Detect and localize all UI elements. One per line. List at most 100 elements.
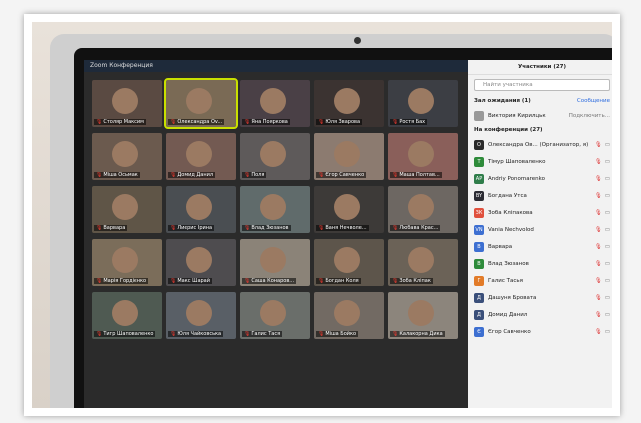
muted-mic-icon: 🎙	[594, 277, 602, 284]
zoom-window: Zoom Конференция 🎙Столяр Максим 🎙Олександ…	[84, 60, 612, 408]
video-tile[interactable]: 🎙Влад Зюзанов	[240, 186, 310, 233]
webcam-icon	[354, 37, 361, 44]
in-meeting-section: На конференции (27)	[468, 124, 612, 136]
tile-name-text: Ваня Нечволе...	[325, 225, 367, 231]
message-button[interactable]: Сообщение	[577, 98, 610, 104]
video-tile[interactable]: 🎙Олександра Ov...	[164, 78, 238, 129]
muted-mic-icon: 🎙	[392, 172, 399, 178]
tile-name-text: Столяр Максим	[103, 119, 144, 125]
muted-mic-icon: 🎙	[594, 175, 602, 182]
video-tile[interactable]: 🎙Ростя Бах	[388, 80, 458, 127]
participant-row[interactable]: ЗК Зоба Кліпакова 🎙 ▭	[468, 204, 612, 221]
muted-mic-icon: 🎙	[594, 328, 602, 335]
participant-name: Єгор Савченко	[488, 328, 531, 335]
participant-row[interactable]: VN Vania Nechvolod 🎙 ▭	[468, 221, 612, 238]
participant-row[interactable]: В Влад Зюзанов 🎙 ▭	[468, 255, 612, 272]
tile-name-text: Богдан Коля	[325, 278, 359, 284]
tile-name-text: Яна Пояркова	[251, 119, 288, 125]
participant-row[interactable]: Є Єгор Савченко 🎙 ▭	[468, 323, 612, 340]
tile-name-label: 🎙Макс Шарай	[168, 278, 212, 284]
muted-mic-icon: 🎙	[594, 158, 602, 165]
participant-search-input[interactable]: Найти участника	[474, 79, 610, 91]
video-tile[interactable]: 🎙Ваня Нечволе...	[314, 186, 384, 233]
video-tile[interactable]: 🎙Калакорна Дика	[388, 292, 458, 339]
tile-name-text: Калакорна Дика	[399, 331, 443, 337]
muted-mic-icon: 🎙	[594, 192, 602, 199]
participant-row[interactable]: Д Домид Данил 🎙 ▭	[468, 306, 612, 323]
tile-name-label: 🎙Влад Зюзанов	[242, 225, 291, 231]
camera-icon: ▭	[604, 141, 610, 148]
tile-name-text: Тигр Шаповаленко	[103, 331, 154, 337]
tile-name-label: 🎙Міша Бойко	[316, 331, 359, 337]
video-tile[interactable]: 🎙Юля Зварова	[314, 80, 384, 127]
participant-video	[185, 141, 212, 168]
tile-name-text: Зоба Кліпак	[399, 278, 431, 284]
video-tile[interactable]: 🎙Марія Гордієнко	[92, 239, 162, 286]
participant-video	[185, 194, 212, 221]
video-tile[interactable]: 🎙Саша Конаров...	[240, 239, 310, 286]
participants-title: Участники (27)	[468, 60, 612, 75]
participant-row[interactable]: Д Дашуня Бровата 🎙 ▭	[468, 289, 612, 306]
video-tile[interactable]: 🎙Богдан Коля	[314, 239, 384, 286]
participant-video	[111, 247, 138, 274]
tile-name-text: Саша Конаров...	[251, 278, 295, 284]
participant-row[interactable]: В Варвара 🎙 ▭	[468, 238, 612, 255]
muted-mic-icon: 🎙	[594, 260, 602, 267]
avatar: Д	[474, 309, 484, 320]
tile-name-text: Галис Тася	[251, 331, 281, 337]
tile-name-label: 🎙Маша Полтав...	[390, 172, 442, 178]
video-tile[interactable]: 🎙Тигр Шаповаленко	[92, 292, 162, 339]
tile-name-text: Варвара	[103, 225, 126, 231]
camera-icon: ▭	[604, 158, 610, 165]
video-tile[interactable]: 🎙Макс Шарай	[166, 239, 236, 286]
muted-mic-icon: 🎙	[170, 225, 177, 231]
participant-video	[111, 141, 138, 168]
participant-row[interactable]: Т Тімур Шаповаленко 🎙 ▭	[468, 153, 612, 170]
video-tile[interactable]: 🎙Маша Полтав...	[388, 133, 458, 180]
muted-mic-icon: 🎙	[392, 331, 399, 337]
waiting-participant: Виктория Кирилцьк Подключить...	[468, 107, 612, 124]
video-tile[interactable]: 🎙Єгор Савченко	[314, 133, 384, 180]
avatar: ЗК	[474, 207, 484, 218]
avatar: О	[474, 139, 484, 150]
avatar	[474, 110, 484, 121]
avatar: AP	[474, 173, 484, 184]
video-tile[interactable]: 🎙Зоба Кліпак	[388, 239, 458, 286]
participant-row[interactable]: BY Богдана Утса 🎙 ▭	[468, 187, 612, 204]
participant-row[interactable]: Г Галис Тасья 🎙 ▭	[468, 272, 612, 289]
video-tile[interactable]: 🎙Міша Осьмак	[92, 133, 162, 180]
participant-name: Влад Зюзанов	[488, 260, 529, 267]
video-tile[interactable]: 🎙Варвара	[92, 186, 162, 233]
video-tile[interactable]: 🎙Міша Бойко	[314, 292, 384, 339]
video-tile[interactable]: 🎙Яна Пояркова	[240, 80, 310, 127]
participant-row[interactable]: AP Andriy Ponomarenko 🎙 ▭	[468, 170, 612, 187]
participant-video	[407, 247, 434, 274]
tile-name-label: 🎙Єгор Савченко	[316, 172, 367, 178]
video-tile[interactable]: 🎙Домид Данил	[166, 133, 236, 180]
camera-icon: ▭	[604, 192, 610, 199]
muted-mic-icon: 🎙	[170, 119, 177, 125]
participant-row[interactable]: О Олександра Ов... (Организатор, я) 🎙 ▭	[468, 136, 612, 153]
tile-name-text: Домид Данил	[177, 172, 214, 178]
video-tile[interactable]: 🎙Любава Крас...	[388, 186, 458, 233]
tile-name-label: 🎙Юля Зварова	[316, 119, 363, 125]
video-tile[interactable]: 🎙Юля Чайковська	[166, 292, 236, 339]
tile-name-text: Любава Крас...	[399, 225, 439, 231]
video-tile[interactable]: 🎙Лиєрис Ірина	[166, 186, 236, 233]
participant-name: Варвара	[488, 243, 513, 250]
camera-icon: ▭	[604, 294, 610, 301]
laptop-lid: Zoom Конференция 🎙Столяр Максим 🎙Олександ…	[50, 34, 612, 408]
tile-name-text: Марія Гордієнко	[103, 278, 147, 284]
video-tile[interactable]: 🎙Столяр Максим	[92, 80, 162, 127]
participant-video	[333, 88, 360, 115]
avatar: В	[474, 241, 484, 252]
photo-frame: Zoom Конференция 🎙Столяр Максим 🎙Олександ…	[24, 14, 620, 416]
tile-name-text: Юля Чайковська	[177, 331, 222, 337]
tile-name-label: 🎙Олександра Ov...	[168, 119, 225, 125]
avatar: Є	[474, 326, 484, 337]
admit-button[interactable]: Подключить...	[569, 113, 610, 119]
waiting-room-label: Зал ожидания (1)	[474, 98, 531, 104]
muted-mic-icon: 🎙	[392, 119, 399, 125]
video-tile[interactable]: 🎙Поля	[240, 133, 310, 180]
video-tile[interactable]: 🎙Галис Тася	[240, 292, 310, 339]
